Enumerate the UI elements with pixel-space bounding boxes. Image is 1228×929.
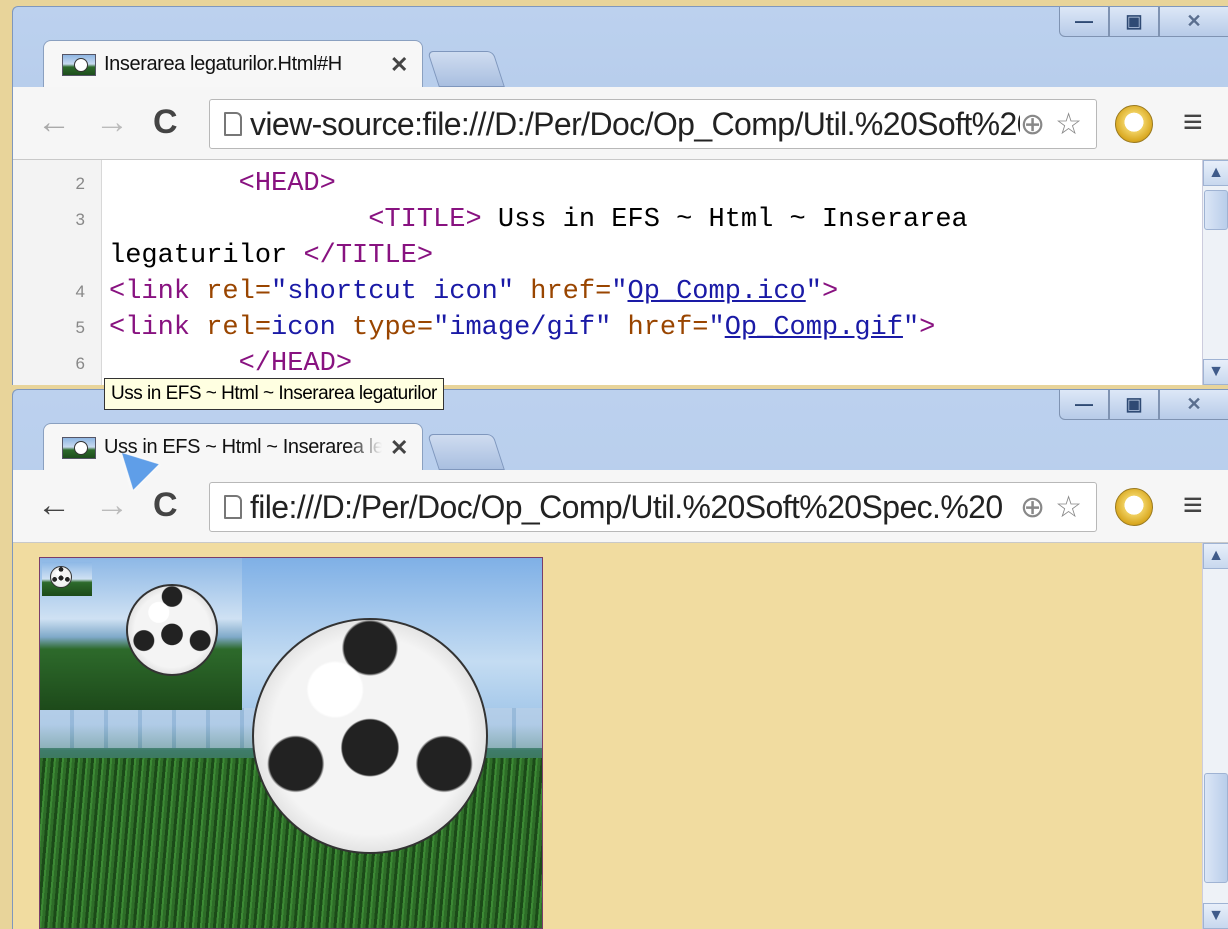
source-link[interactable]: Op_Comp.gif [725, 313, 903, 343]
address-bar[interactable]: file:///D:/Per/Doc/Op_Comp/Util.%20Soft%… [209, 482, 1097, 532]
minimize-button[interactable]: — [1059, 390, 1109, 420]
page-browser-window: — ▣ ✕ Uss in EFS ~ Html ~ Inserarea lega… [12, 389, 1228, 929]
scroll-thumb[interactable] [1204, 773, 1228, 883]
code-token: " [708, 313, 725, 343]
line-content: <HEAD> [109, 166, 336, 202]
code-token: " [805, 277, 822, 307]
line-content: <link rel="shortcut icon" href="Op_Comp.… [109, 274, 838, 310]
page-icon [224, 495, 242, 519]
code-token: " [902, 313, 920, 343]
line-content: <link rel=icon type="image/gif" href="Op… [109, 310, 935, 346]
soccer-ball-mini-image [42, 562, 92, 596]
source-link[interactable]: Op_Comp.ico [628, 277, 806, 307]
line-number: 3 [75, 210, 85, 229]
tab-close-icon[interactable]: ✕ [390, 52, 408, 78]
soccer-ball-medium [126, 584, 218, 676]
code-token: "image/gif" [433, 313, 628, 343]
soccer-ball-inset-image [40, 558, 242, 710]
reload-icon[interactable]: C [153, 486, 178, 525]
browser-toolbar: ← → C file:///D:/Per/Doc/Op_Comp/Util.%2… [13, 470, 1228, 543]
bookmark-star-icon[interactable]: ☆ [1055, 107, 1082, 142]
tab-view-source[interactable]: Inserarea legaturilor.Html#H ✕ [43, 40, 423, 88]
code-token: rel= [206, 277, 272, 307]
soccer-favicon-icon [62, 53, 96, 76]
soccer-ball-large [252, 618, 488, 854]
new-tab-button[interactable] [427, 51, 505, 87]
soccer-ball-image [39, 557, 543, 929]
code-token: <HEAD> [238, 169, 336, 199]
code-token: href= [530, 277, 612, 307]
code-token: <link [109, 277, 207, 307]
scroll-down-arrow-icon[interactable]: ▼ [1203, 903, 1228, 929]
tab-tooltip: Uss in EFS ~ Html ~ Inserarea legaturilo… [104, 378, 444, 410]
line-number: 6 [75, 354, 85, 373]
code-token: icon [271, 313, 353, 343]
code-token: > [919, 313, 936, 343]
zoom-icon[interactable]: ⊕ [1020, 107, 1045, 142]
page-content: ▲ ▼ [13, 543, 1228, 929]
address-bar[interactable]: view-source:file:///D:/Per/Doc/Op_Comp/U… [209, 99, 1097, 149]
back-arrow-icon[interactable]: ← [37, 103, 71, 142]
window-controls: — ▣ ✕ [1059, 390, 1228, 422]
line-number: 2 [75, 174, 85, 193]
new-tab-button[interactable] [427, 434, 505, 470]
scroll-up-arrow-icon[interactable]: ▲ [1203, 160, 1228, 186]
alarm-clock-extension-icon[interactable] [1115, 488, 1153, 526]
back-arrow-icon[interactable]: ← [37, 486, 71, 525]
maximize-button[interactable]: ▣ [1109, 7, 1159, 37]
code-token: <link [109, 313, 207, 343]
line-number: 4 [75, 282, 85, 301]
line-content: <TITLE> Uss in EFS ~ Html ~ Inserarea [109, 202, 968, 238]
tab-title: Inserarea legaturilor.Html#H [104, 53, 342, 75]
source-browser-window: — ▣ ✕ Inserarea legaturilor.Html#H ✕ ← →… [12, 6, 1228, 385]
code-token: legaturilor [109, 241, 304, 271]
menu-icon[interactable]: ≡ [1183, 486, 1203, 525]
page-icon [224, 112, 242, 136]
source-scrollbar[interactable]: ▲ ▼ [1202, 160, 1228, 385]
code-token: "shortcut icon" [271, 277, 531, 307]
code-token: </HEAD> [238, 349, 353, 379]
code-token: " [611, 277, 628, 307]
scroll-down-arrow-icon[interactable]: ▼ [1203, 359, 1228, 385]
window-controls: — ▣ ✕ [1059, 7, 1228, 39]
tab-page[interactable]: Uss in EFS ~ Html ~ Inserarea legaturilo… [43, 423, 423, 471]
address-url[interactable]: view-source:file:///D:/Per/Doc/Op_Comp/U… [250, 106, 1020, 143]
alarm-clock-extension-icon[interactable] [1115, 105, 1153, 143]
bookmark-star-icon[interactable]: ☆ [1055, 490, 1082, 525]
soccer-ball-small [50, 566, 72, 588]
code-token: href= [627, 313, 709, 343]
close-window-button[interactable]: ✕ [1159, 7, 1228, 37]
zoom-icon[interactable]: ⊕ [1020, 490, 1045, 525]
close-window-button[interactable]: ✕ [1159, 390, 1228, 420]
line-content: legaturilor </TITLE> [109, 238, 433, 274]
code-token: > [821, 277, 839, 307]
page-scrollbar[interactable]: ▲ ▼ [1202, 543, 1228, 929]
forward-arrow-icon[interactable]: → [95, 103, 129, 142]
reload-icon[interactable]: C [153, 103, 178, 142]
code-token: rel= [206, 313, 272, 343]
maximize-button[interactable]: ▣ [1109, 390, 1159, 420]
line-number: 5 [75, 318, 85, 337]
scroll-thumb[interactable] [1204, 190, 1228, 230]
line-content: </HEAD> [109, 346, 352, 382]
code-token: </TITLE> [303, 241, 434, 271]
code-token: type= [352, 313, 434, 343]
code-token: <TITLE> [368, 205, 482, 235]
scroll-up-arrow-icon[interactable]: ▲ [1203, 543, 1228, 569]
menu-icon[interactable]: ≡ [1183, 103, 1203, 142]
source-view: 2 <HEAD> 3 <TITLE> Uss in EFS ~ Html ~ In… [13, 160, 1228, 385]
browser-toolbar: ← → C view-source:file:///D:/Per/Doc/Op_… [13, 87, 1228, 160]
forward-arrow-icon[interactable]: → [95, 486, 129, 525]
tab-close-icon[interactable]: ✕ [390, 435, 408, 461]
address-url[interactable]: file:///D:/Per/Doc/Op_Comp/Util.%20Soft%… [250, 489, 1020, 526]
minimize-button[interactable]: — [1059, 7, 1109, 37]
soccer-favicon-icon [62, 436, 96, 459]
code-token: Uss in EFS ~ Html ~ Inserarea [481, 205, 968, 235]
